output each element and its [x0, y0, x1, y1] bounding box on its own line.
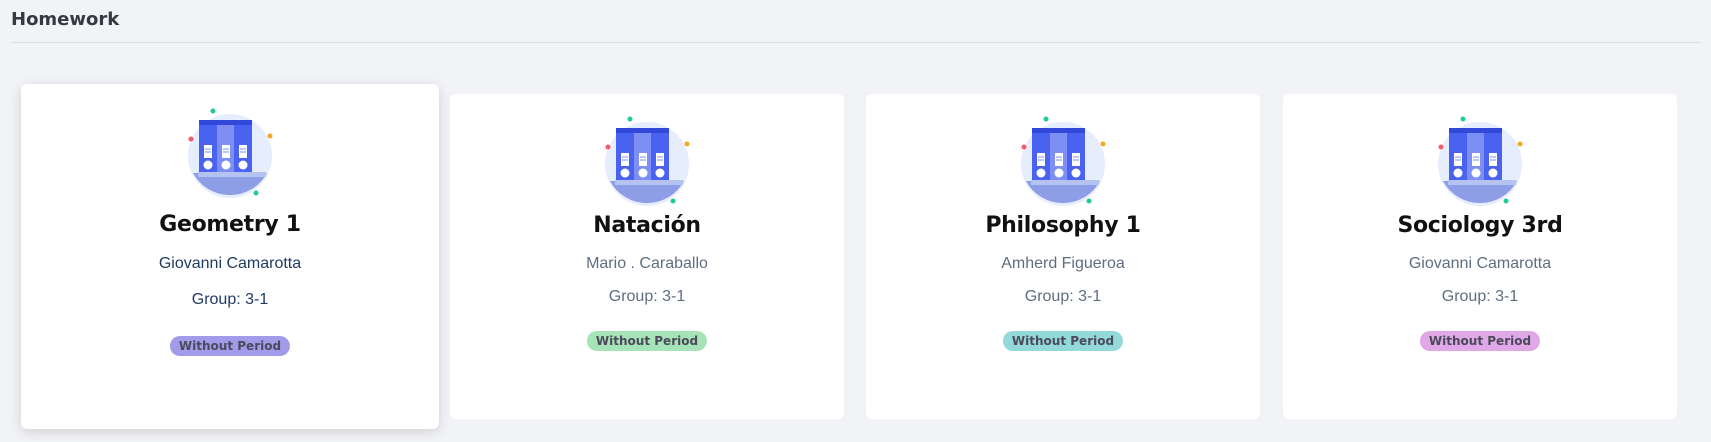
teacher-name: Giovanni Camarotta — [158, 255, 302, 272]
binders-icon — [1021, 116, 1106, 206]
page-title: Homework — [11, 9, 120, 30]
teacher-name: Amherd Figueroa — [1001, 255, 1125, 272]
course-name: Natación — [593, 213, 701, 238]
course-card-natacion[interactable]: Natación Mario . Caraballo Group: 3-1 Wi… — [450, 94, 844, 419]
group-label: Group: 3-1 — [191, 291, 269, 308]
course-card-philosophy-1[interactable]: Philosophy 1 Amherd Figueroa Group: 3-1 … — [866, 94, 1260, 419]
status-badge: Without Period — [1002, 331, 1124, 351]
status-badge: Without Period — [1419, 331, 1541, 351]
binders-icon — [605, 116, 690, 206]
course-card-sociology-3rd[interactable]: Sociology 3rd Giovanni Camarotta Group: … — [1283, 94, 1677, 419]
binders-icon — [188, 108, 273, 198]
course-card-geometry-1[interactable]: Geometry 1 Giovanni Camarotta Group: 3-1… — [21, 84, 439, 429]
status-badge: Without Period — [169, 336, 291, 356]
course-name: Philosophy 1 — [985, 213, 1141, 238]
course-name: Geometry 1 — [159, 212, 301, 237]
teacher-name: Mario . Caraballo — [586, 255, 708, 272]
group-label: Group: 3-1 — [608, 288, 686, 305]
group-label: Group: 3-1 — [1024, 288, 1102, 305]
course-name: Sociology 3rd — [1397, 213, 1563, 238]
page-header: Homework — [11, 0, 1701, 43]
teacher-name: Giovanni Camarotta — [1408, 255, 1552, 272]
binders-icon — [1438, 116, 1523, 206]
status-badge: Without Period — [586, 331, 708, 351]
group-label: Group: 3-1 — [1441, 288, 1519, 305]
